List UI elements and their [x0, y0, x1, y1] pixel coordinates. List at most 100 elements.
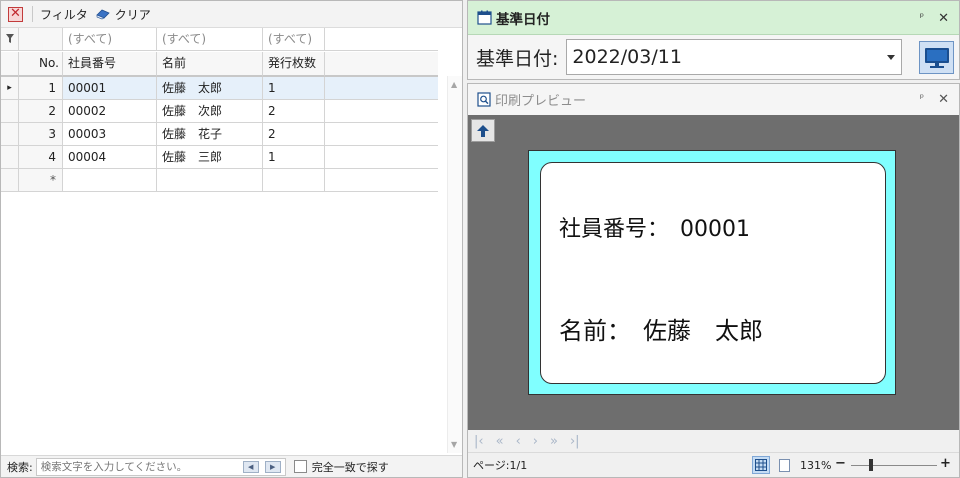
- cell-emp-id[interactable]: 00001: [63, 77, 157, 100]
- close-icon[interactable]: ✕: [938, 11, 949, 26]
- prev-page-icon[interactable]: ‹: [516, 434, 521, 449]
- display-button[interactable]: [919, 41, 954, 74]
- arrow-up-icon: [477, 124, 489, 137]
- search-prev-icon[interactable]: ◀: [242, 460, 259, 473]
- column-header-empty: [325, 52, 438, 77]
- cell-empty: [325, 169, 438, 192]
- grid-vertical-scrollbar[interactable]: ▲ ▼: [447, 76, 462, 453]
- exact-match-label: 完全一致で探す: [311, 460, 389, 474]
- cell-empty: [325, 123, 438, 146]
- cell-empty: [325, 77, 438, 100]
- cell-count[interactable]: 2: [263, 100, 325, 123]
- cell-name[interactable]: 佐藤 三郎: [157, 146, 263, 169]
- filter-cell-count[interactable]: (すべて): [263, 28, 325, 51]
- cell-emp-id[interactable]: 00002: [63, 100, 157, 123]
- column-header-no[interactable]: No.: [19, 52, 63, 77]
- preview-status-bar: ページ:1/1 131% − +: [468, 452, 959, 477]
- print-preview-title: 印刷プレビュー: [495, 94, 587, 109]
- cell-no[interactable]: 3: [19, 123, 63, 146]
- cell-no[interactable]: 4: [19, 146, 63, 169]
- base-date-dropdown[interactable]: 2022/03/11: [566, 39, 903, 75]
- new-row[interactable]: *: [1, 169, 438, 192]
- employee-grid: (すべて) (すべて) (すべて) No. 社員番号 名前 発行枚数 ▸ 1 0…: [1, 28, 462, 455]
- cell-count[interactable]: 1: [263, 146, 325, 169]
- cell-name[interactable]: 佐藤 次郎: [157, 100, 263, 123]
- preview-canvas: 社員番号： 00001 名前： 佐藤 太郎: [468, 115, 959, 430]
- row-header: [1, 169, 19, 192]
- preview-page: 社員番号： 00001 名前： 佐藤 太郎: [528, 150, 896, 395]
- search-input[interactable]: [36, 458, 237, 475]
- multi-page-view-button[interactable]: [752, 456, 770, 474]
- page-icon: [778, 458, 790, 472]
- card-employee-name: 名前： 佐藤 太郎: [559, 317, 763, 345]
- table-row[interactable]: 2 00002 佐藤 次郎 2: [1, 100, 438, 123]
- column-header-name[interactable]: 名前: [157, 52, 263, 77]
- filter-cell-name[interactable]: (すべて): [157, 28, 263, 51]
- print-preview-header: 印刷プレビュー: [468, 84, 959, 115]
- table-row[interactable]: ▸ 1 00001 佐藤 太郎 1: [1, 77, 438, 100]
- filter-button[interactable]: フィルタ: [40, 6, 88, 23]
- preview-icon: [477, 92, 491, 107]
- cell-empty: [325, 146, 438, 169]
- zoom-slider-track[interactable]: [851, 465, 937, 466]
- pin-icon[interactable]: ᵖ: [920, 92, 924, 107]
- first-page-icon[interactable]: |‹: [474, 434, 484, 449]
- close-icon[interactable]: ✕: [938, 92, 949, 107]
- base-date-panel-header: 基準日付: [468, 1, 959, 35]
- prev-10-pages-icon[interactable]: «: [496, 434, 504, 449]
- eraser-icon[interactable]: [96, 8, 110, 20]
- cell-count[interactable]: 1: [263, 77, 325, 100]
- zoom-out-button[interactable]: −: [835, 456, 846, 471]
- next-page-icon[interactable]: ›: [533, 434, 538, 449]
- base-date-panel-controls: ᵖ ✕: [920, 11, 949, 26]
- cell-no[interactable]: 2: [19, 100, 63, 123]
- grid-toolbar: ✕ フィルタ クリア: [1, 1, 462, 28]
- exact-match-checkbox[interactable]: [293, 460, 307, 473]
- zoom-slider-thumb[interactable]: [869, 459, 873, 471]
- scroll-down-arrow-icon[interactable]: ▼: [451, 440, 457, 449]
- cell-no[interactable]: 1: [19, 77, 63, 100]
- zoom-in-button[interactable]: +: [940, 456, 951, 471]
- cell-emp-id[interactable]: 00004: [63, 146, 157, 169]
- print-preview-controls: ᵖ ✕: [920, 92, 949, 107]
- chevron-down-icon[interactable]: [887, 55, 896, 60]
- cell-count[interactable]: 2: [263, 123, 325, 146]
- clear-button[interactable]: クリア: [115, 6, 151, 23]
- filter-funnel-icon: [1, 28, 19, 51]
- cell-emp-id[interactable]: [63, 169, 157, 192]
- filter-row: (すべて) (すべて) (すべて): [1, 28, 438, 51]
- data-grid-panel: ✕ フィルタ クリア (すべて) (すべて) (すべて) No. 社員番号 名前…: [0, 0, 463, 478]
- table-row[interactable]: 4 00004 佐藤 三郎 1: [1, 146, 438, 169]
- pin-icon[interactable]: ᵖ: [920, 11, 924, 26]
- base-date-panel-title: 基準日付: [496, 11, 550, 28]
- filter-cell-emp-id[interactable]: (すべて): [63, 28, 157, 51]
- cell-count[interactable]: [263, 169, 325, 192]
- column-header-emp-id[interactable]: 社員番号: [63, 52, 157, 77]
- base-date-row: 基準日付: 2022/03/11: [476, 39, 903, 75]
- cell-empty: [325, 100, 438, 123]
- current-row-indicator: ▸: [1, 77, 19, 100]
- last-page-icon[interactable]: ›|: [570, 434, 580, 449]
- table-row[interactable]: 3 00003 佐藤 花子 2: [1, 123, 438, 146]
- row-header: [1, 123, 19, 146]
- column-header-count[interactable]: 発行枚数: [263, 52, 325, 77]
- page-info: ページ:1/1: [473, 459, 528, 472]
- print-preview-panel: 印刷プレビュー ᵖ ✕ 社員番号： 00001 名前： 佐藤 太郎 |‹ « ‹…: [467, 83, 960, 478]
- base-date-value: 2022/03/11: [572, 46, 682, 68]
- cell-emp-id[interactable]: 00003: [63, 123, 157, 146]
- single-page-view-button[interactable]: [775, 456, 793, 474]
- row-header-corner: [1, 52, 19, 77]
- new-row-marker[interactable]: *: [19, 169, 63, 192]
- search-next-icon[interactable]: ▶: [264, 460, 281, 473]
- next-10-pages-icon[interactable]: »: [550, 434, 558, 449]
- search-bar: 検索: ◀ ▶ 完全一致で探す: [1, 455, 462, 477]
- cell-name[interactable]: [157, 169, 263, 192]
- grid-view-icon: [755, 459, 767, 471]
- up-arrow-button[interactable]: [471, 119, 495, 142]
- scroll-up-arrow-icon[interactable]: ▲: [451, 80, 457, 89]
- cell-name[interactable]: 佐藤 花子: [157, 123, 263, 146]
- search-field[interactable]: ◀ ▶: [35, 457, 286, 476]
- cell-name[interactable]: 佐藤 太郎: [157, 77, 263, 100]
- filter-cell-no[interactable]: [19, 28, 63, 51]
- close-filter-icon[interactable]: ✕: [8, 6, 23, 22]
